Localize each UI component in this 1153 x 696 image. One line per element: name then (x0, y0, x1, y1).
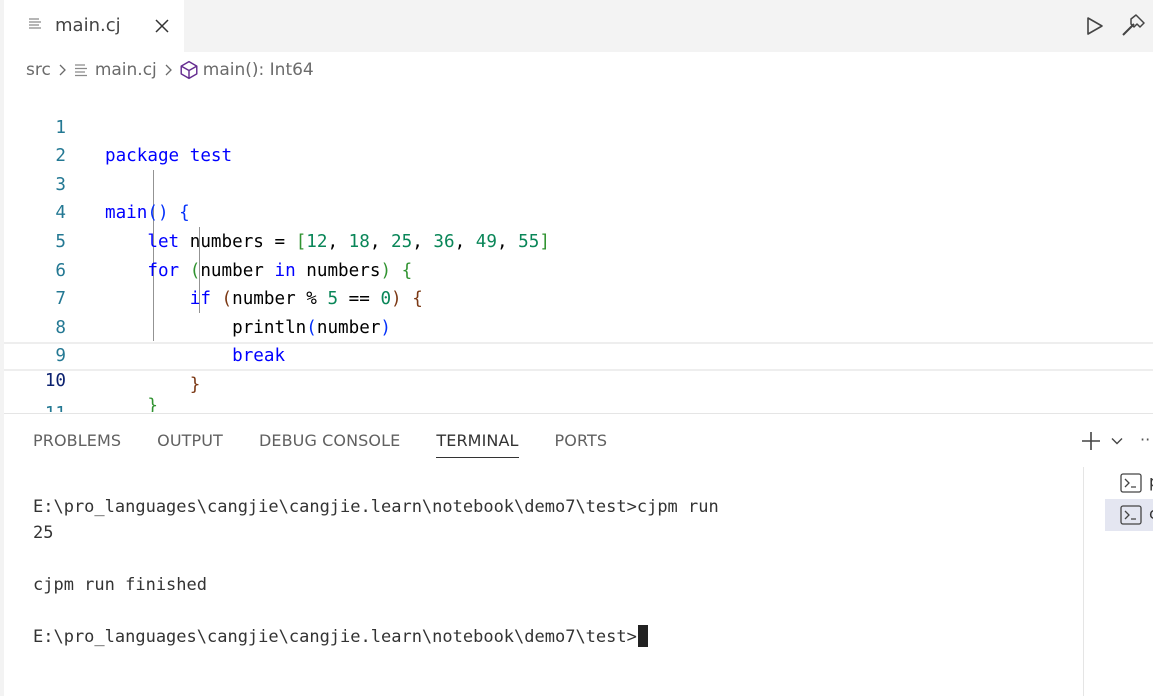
panel-divider[interactable] (4, 413, 1153, 414)
file-lines-icon (29, 18, 41, 29)
breadcrumb-file[interactable]: main.cj (95, 60, 157, 80)
file-lines-icon (74, 64, 87, 77)
code-line[interactable]: 8 break (4, 285, 1153, 367)
terminal-cursor (637, 625, 648, 647)
breadcrumb-folder[interactable]: src (26, 60, 51, 80)
code-line[interactable]: 12 (4, 400, 1153, 412)
chevron-right-icon (165, 64, 172, 76)
tab-label: main.cj (55, 15, 121, 36)
run-icon[interactable] (1083, 15, 1105, 37)
code-line[interactable]: 3 main() { (4, 142, 1153, 224)
code-line[interactable]: 5 for (number in numbers) { (4, 199, 1153, 281)
terminal-prompt: E:\pro_languages\cangjie\cangjie.learn\n… (33, 627, 637, 647)
new-terminal-icon[interactable] (1080, 430, 1102, 452)
code-line[interactable]: 6 if (number % 5 == 0) { (4, 228, 1153, 310)
chevron-down-icon[interactable] (1110, 434, 1124, 448)
terminal-icon (1120, 505, 1142, 525)
terminal-list-item-selected[interactable]: c (1105, 499, 1153, 531)
chevron-right-icon (59, 64, 66, 76)
terminal-line: 25 (33, 523, 54, 543)
terminal-line: cjpm run finished (33, 575, 207, 595)
code-line[interactable]: 11 } (4, 371, 1153, 412)
terminal-list-label: p (1149, 472, 1153, 491)
terminal-icon (1120, 473, 1142, 493)
symbol-method-icon (180, 60, 198, 80)
terminal-list-item[interactable]: p (1105, 467, 1153, 499)
tab-output[interactable]: OUTPUT (157, 431, 223, 458)
tab-debug-console[interactable]: DEBUG CONSOLE (259, 431, 400, 458)
hammer-icon[interactable] (1120, 13, 1146, 39)
tab-main-cj[interactable]: main.cj (4, 0, 184, 52)
terminal-line: E:\pro_languages\cangjie\cangjie.learn\n… (33, 497, 719, 517)
terminal-prompt-line[interactable]: E:\pro_languages\cangjie\cangjie.learn\n… (33, 624, 719, 650)
terminal-output[interactable]: E:\pro_languages\cangjie\cangjie.learn\n… (33, 494, 719, 650)
editor-tab-bar: main.cj (0, 0, 1153, 52)
tab-terminal[interactable]: TERMINAL (436, 431, 519, 458)
code-line[interactable]: 4 let numbers = [12, 18, 25, 36, 49, 55] (4, 171, 1153, 252)
panel-tabs: PROBLEMS OUTPUT DEBUG CONSOLE TERMINAL P… (33, 431, 643, 461)
tab-problems[interactable]: PROBLEMS (33, 431, 121, 458)
terminal-list-divider[interactable] (1083, 467, 1084, 696)
code-editor[interactable]: 1 package test 2 3 main() { 4 let number… (4, 84, 1153, 412)
code-line[interactable]: 1 package test (4, 85, 1153, 167)
close-icon[interactable] (152, 16, 172, 36)
breadcrumb: src main.cj main(): Int64 (26, 58, 314, 82)
code-line[interactable]: 9 } (4, 314, 1153, 395)
more-actions-icon[interactable]: ·· (1140, 430, 1150, 449)
breadcrumb-symbol[interactable]: main(): Int64 (203, 60, 314, 80)
code-line[interactable]: 2 (4, 114, 1153, 166)
terminal-list-label: c (1149, 504, 1153, 523)
code-line[interactable]: 7 println(number) (4, 257, 1153, 338)
code-line-current[interactable]: 10 } (4, 342, 1153, 412)
tab-ports[interactable]: PORTS (555, 431, 608, 458)
